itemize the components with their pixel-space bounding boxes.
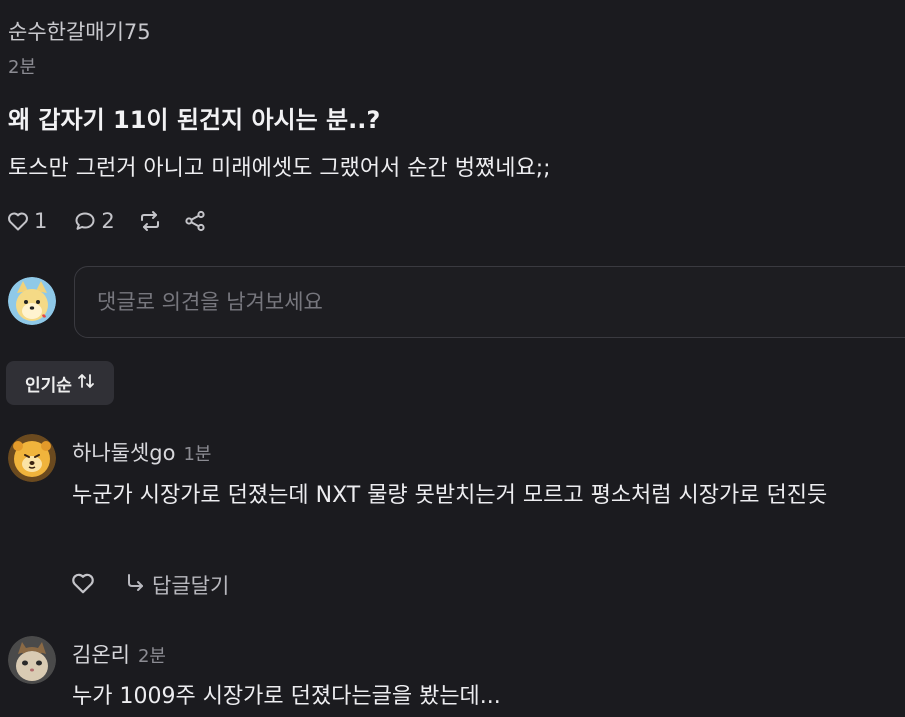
comment-header: 하나둘셋go 1분 bbox=[72, 437, 211, 467]
heart-icon bbox=[6, 209, 30, 233]
share-button[interactable] bbox=[183, 209, 207, 233]
repost-button[interactable] bbox=[137, 209, 163, 233]
comment-input[interactable] bbox=[74, 266, 905, 338]
sort-label: 인기순 bbox=[25, 375, 72, 396]
comment-author[interactable]: 하나둘셋go bbox=[72, 437, 175, 467]
sort-arrows-icon bbox=[77, 372, 95, 395]
reply-arrow-icon bbox=[124, 572, 146, 599]
post-actions: 1 2 bbox=[6, 205, 225, 237]
post-title: 왜 갑자기 11이 된건지 아시는 분..? bbox=[8, 106, 381, 134]
like-button[interactable]: 1 bbox=[6, 209, 47, 233]
comment-button[interactable]: 2 bbox=[73, 209, 115, 233]
my-avatar bbox=[8, 277, 56, 325]
comment-header: 김온리 2분 bbox=[72, 639, 166, 669]
comment-bubble-icon bbox=[73, 209, 97, 233]
comment-avatar[interactable] bbox=[8, 434, 56, 482]
comment-time: 1분 bbox=[183, 444, 212, 465]
comment-time: 2분 bbox=[137, 646, 166, 667]
repost-icon bbox=[137, 209, 163, 233]
comment-author[interactable]: 김온리 bbox=[72, 639, 130, 669]
comment-text: 누군가 시장가로 던졌는데 NXT 물량 못받치는거 모르고 평소처럼 시장가로… bbox=[72, 483, 828, 508]
sort-popular-button[interactable]: 인기순 bbox=[6, 361, 114, 405]
comment-like-button[interactable] bbox=[70, 570, 96, 600]
post-body: 토스만 그런거 아니고 미래에셋도 그랬어서 순간 벙쪘네요;; bbox=[8, 156, 551, 181]
share-icon bbox=[183, 209, 207, 233]
reply-button[interactable]: 답글달기 bbox=[124, 570, 229, 600]
heart-icon bbox=[72, 573, 94, 594]
comment-actions: 답글달기 bbox=[70, 570, 229, 600]
like-count: 1 bbox=[34, 209, 48, 233]
comment-text: 누가 1009주 시장가로 던졌다는글을 봤는데... bbox=[72, 684, 501, 709]
reply-label: 답글달기 bbox=[152, 574, 230, 598]
comment-count: 2 bbox=[101, 209, 115, 233]
comment-avatar[interactable] bbox=[8, 636, 56, 684]
post-time: 2분 bbox=[8, 57, 37, 78]
post-author[interactable]: 순수한갈매기75 bbox=[8, 16, 151, 46]
